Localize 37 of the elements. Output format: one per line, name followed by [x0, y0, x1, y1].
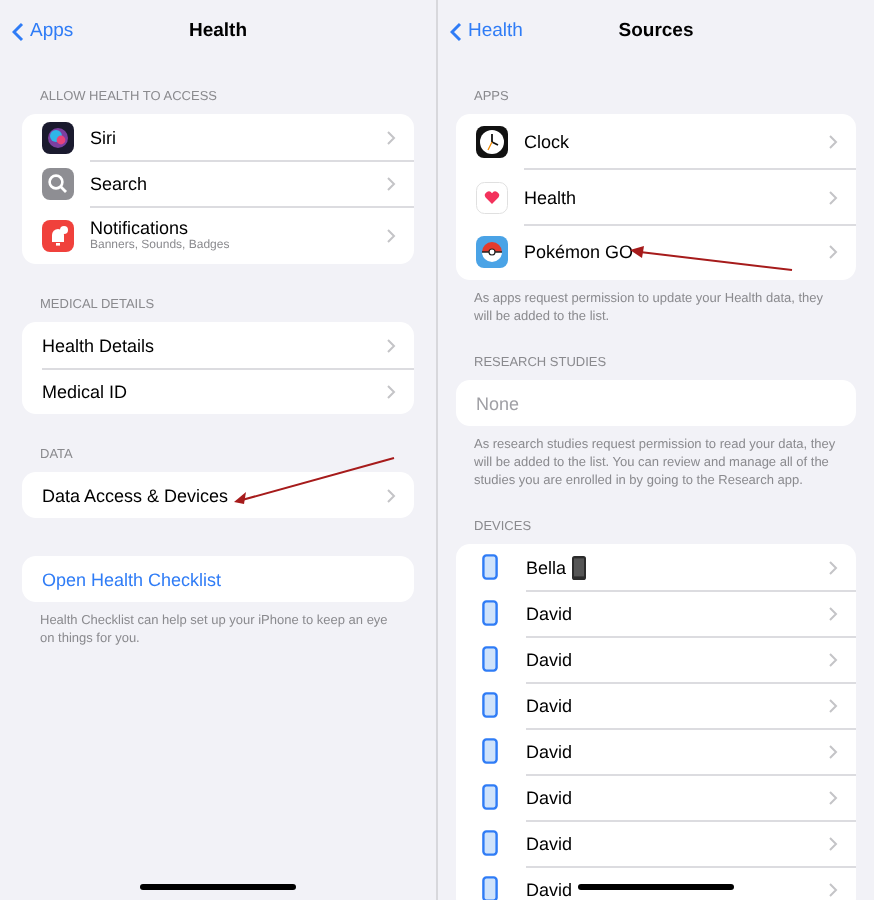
- phone-icon: [482, 738, 498, 765]
- phone-icon: [482, 784, 498, 811]
- row-label: None: [476, 393, 520, 414]
- row-label: Pokémon GO: [524, 242, 634, 263]
- nav-title: Sources: [618, 18, 694, 46]
- row-label: Clock: [524, 131, 570, 152]
- nav-title: Health: [188, 18, 248, 46]
- row-label: David: [526, 787, 573, 808]
- row-label: David: [526, 741, 573, 762]
- row-label: David: [526, 649, 573, 670]
- row-label: Siri: [90, 127, 116, 147]
- row-label: David: [526, 879, 573, 900]
- phone-icon: [482, 646, 498, 673]
- back-icon: [450, 22, 462, 43]
- search-icon: [42, 167, 74, 199]
- phone-icon: [482, 830, 498, 857]
- phone-icon: [482, 600, 498, 627]
- row-label: Notifications: [90, 217, 189, 237]
- bell-icon: [42, 219, 74, 251]
- row-label: Bella: [526, 557, 567, 578]
- row-label: Data Access & Devices: [42, 485, 229, 505]
- row-label: David: [526, 695, 573, 716]
- back-icon: [12, 22, 24, 43]
- clock-icon: [476, 125, 508, 158]
- row-label: David: [526, 833, 573, 854]
- back-button[interactable]: Health: [450, 18, 523, 47]
- row-label: Open Health Checklist: [42, 569, 222, 589]
- phone-icon: [482, 554, 498, 581]
- row-label: Health Details: [42, 335, 155, 355]
- back-button[interactable]: Apps: [12, 18, 74, 47]
- siri-icon: [42, 121, 74, 153]
- row-label: David: [526, 603, 573, 624]
- row-label: Health: [524, 187, 577, 208]
- phone-icon: [482, 692, 498, 719]
- phone-icon: [482, 876, 498, 900]
- row-label: Medical ID: [42, 381, 128, 401]
- row-label: Search: [90, 173, 148, 193]
